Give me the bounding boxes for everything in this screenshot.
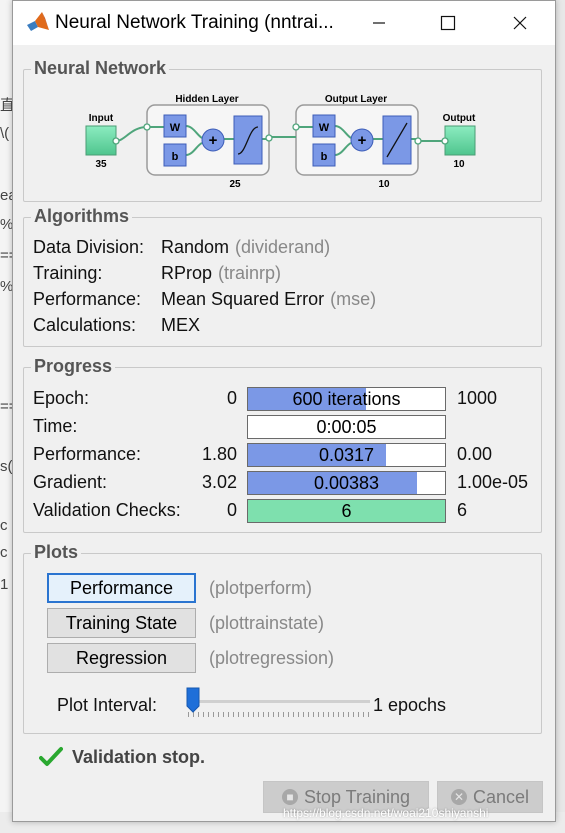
input-block (85, 125, 117, 156)
algorithm-value: RProp (trainrp) (161, 263, 281, 284)
output-layer-label: Output Layer (325, 94, 387, 105)
algorithm-value: MEX (161, 315, 206, 336)
progress-label: Time: (33, 416, 78, 436)
hidden-sum-symbol: + (209, 132, 218, 149)
maximize-button[interactable] (425, 1, 471, 45)
stop-icon: ■ (281, 789, 298, 805)
neural-network-title: Neural Network (31, 58, 170, 79)
algorithm-function: (dividerand) (235, 237, 331, 257)
progress-min: 1.80 (201, 444, 237, 464)
progress-bar-value: 0.0317 (318, 444, 375, 465)
matlab-logo-icon (27, 12, 49, 31)
progress-title: Progress (31, 356, 116, 377)
algorithm-value-text: Mean Squared Error (161, 289, 325, 309)
cancel-label: Cancel (472, 786, 530, 807)
input-size: 35 (95, 159, 107, 170)
progress-min: 3.02 (201, 472, 237, 492)
progress-bar: 0.0317 (247, 443, 446, 467)
plot-interval-slider-ticks (188, 712, 370, 717)
progress-max: 0.00 (457, 444, 493, 464)
progress-label: Performance: (33, 444, 142, 464)
minimize-icon (373, 22, 385, 24)
plot-training-state-function: (plottrainstate) (209, 613, 325, 633)
progress-bar-value: 6 (341, 500, 352, 521)
algorithm-row: Calculations: MEX (33, 315, 513, 339)
progress-max: 6 (457, 500, 468, 520)
plot-regression-button[interactable]: Regression (47, 643, 196, 673)
hidden-layer-label: Hidden Layer (175, 94, 238, 105)
plot-interval-slider-track[interactable] (188, 700, 370, 703)
algorithms-title: Algorithms (31, 206, 133, 227)
title-bar[interactable]: Neural Network Training (nntrai... (13, 1, 555, 45)
progress-min: 0 (226, 500, 237, 520)
cancel-icon: ✕ (450, 789, 467, 805)
minimize-button[interactable] (356, 1, 402, 45)
plot-interval-slider-thumb[interactable] (186, 687, 200, 713)
output-block (444, 125, 476, 156)
algorithm-label: Training: (33, 263, 103, 283)
output-size: 10 (453, 159, 465, 170)
check-icon (39, 747, 63, 766)
output-weight-symbol: W (319, 122, 330, 134)
progress-label: Epoch: (33, 388, 90, 408)
algorithm-label: Data Division: (33, 237, 145, 257)
progress-bar: 0:00:05 (247, 415, 446, 439)
algorithm-row: Performance: Mean Squared Error (mse) (33, 289, 513, 313)
input-label: Input (89, 113, 114, 124)
hidden-bias-symbol: b (172, 151, 179, 163)
plot-interval-label: Plot Interval: (57, 695, 158, 715)
nntraintool-window: Neural Network Training (nntrai... Neura… (12, 0, 556, 822)
network-diagram: Input 35 Hidden Layer 25 Output Layer 10… (85, 94, 476, 190)
progress-bar: 6 (247, 499, 446, 523)
plots-title: Plots (31, 542, 82, 563)
maximize-icon (440, 15, 456, 31)
algorithm-label: Performance: (33, 289, 142, 309)
output-layer-size: 10 (378, 179, 390, 190)
algorithm-value-text: Random (161, 237, 230, 257)
algorithm-function: (mse) (330, 289, 377, 309)
plot-performance-button[interactable]: Performance (47, 573, 196, 603)
plot-interval-value: 1 epochs (373, 695, 447, 715)
progress-max: 1.00e-05 (457, 472, 529, 492)
output-sum-symbol: + (358, 132, 367, 149)
progress-max: 1000 (457, 388, 498, 408)
progress-min: 0 (226, 388, 237, 408)
algorithm-value-text: RProp (161, 263, 213, 283)
stop-training-label: Stop Training (303, 786, 411, 807)
plot-performance-function: (plotperform) (209, 578, 313, 598)
progress-bar-value: 0:00:05 (316, 416, 377, 437)
algorithm-value-text: MEX (161, 315, 201, 335)
progress-bar: 0.00383 (247, 471, 446, 495)
plot-training-state-button[interactable]: Training State (47, 608, 196, 638)
algorithm-function: (trainrp) (218, 263, 282, 283)
algorithm-value: Mean Squared Error (mse) (161, 289, 376, 310)
hidden-weight-symbol: W (170, 122, 181, 134)
close-window-button[interactable] (497, 1, 543, 45)
status-message: Validation stop. (72, 747, 206, 767)
algorithm-value: Random (dividerand) (161, 237, 330, 258)
progress-bar-value: 0.00383 (313, 472, 380, 493)
hidden-layer-size: 25 (229, 179, 241, 190)
close-icon (513, 16, 527, 30)
algorithm-row: Data Division: Random (dividerand) (33, 237, 513, 261)
progress-bar-value: 600 iterations (292, 388, 401, 409)
watermark-text: https://blog.csdn.net/woai210shiyanshi (283, 806, 489, 820)
algorithm-row: Training: RProp (trainrp) (33, 263, 513, 287)
output-label: Output (443, 113, 476, 124)
algorithm-label: Calculations: (33, 315, 137, 335)
plot-regression-function: (plotregression) (209, 648, 335, 668)
progress-label: Gradient: (33, 472, 108, 492)
output-bias-symbol: b (321, 151, 328, 163)
window-title: Neural Network Training (nntrai... (55, 12, 334, 33)
progress-bar: 600 iterations (247, 387, 446, 411)
